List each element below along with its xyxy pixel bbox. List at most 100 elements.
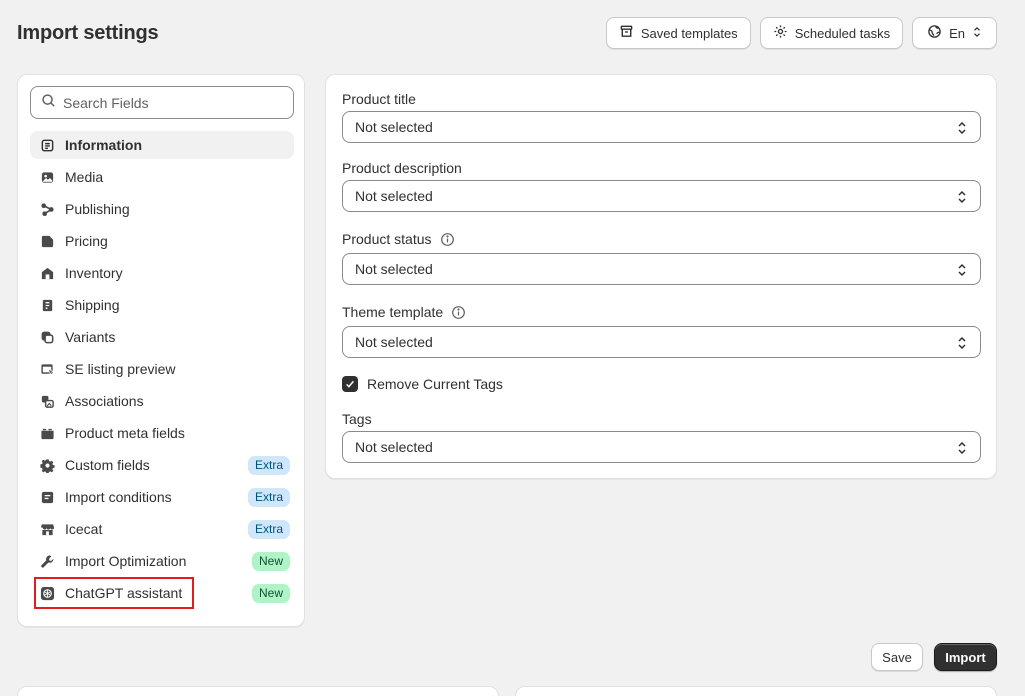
sidebar-item-pricing[interactable]: Pricing (30, 227, 294, 255)
product-description-select[interactable]: Not selected (342, 180, 981, 212)
saved-templates-label: Saved templates (640, 25, 738, 41)
preview-icon (39, 361, 55, 377)
chevron-updown-icon (958, 190, 966, 204)
search-icon (41, 93, 56, 113)
sidebar-item-variants[interactable]: Variants (30, 323, 294, 351)
sidebar-item-label: SE listing preview (65, 361, 176, 377)
remove-tags-label: Remove Current Tags (367, 376, 503, 392)
new-badge: New (251, 552, 290, 571)
chevron-updown-icon (958, 121, 966, 135)
search-input[interactable] (63, 94, 283, 111)
sidebar-item-label: Product meta fields (65, 425, 185, 441)
variants-icon (39, 329, 55, 345)
header-actions: Saved templates Scheduled tasks En (605, 17, 997, 49)
box-icon (39, 297, 55, 313)
sidebar-item-product-meta-fields[interactable]: Product meta fields (30, 419, 294, 447)
sidebar-item-label: Media (65, 169, 104, 185)
store-icon (39, 521, 55, 537)
sidebar-item-associations[interactable]: Associations (30, 387, 294, 415)
info-icon[interactable] (451, 305, 466, 320)
sidebar-item-label: Publishing (65, 201, 130, 217)
chevron-updown-icon (972, 25, 982, 42)
gear-icon (773, 24, 788, 42)
sidebar-item-import-conditions[interactable]: Import conditions Extra (30, 483, 294, 511)
field-label-text: Product description (342, 160, 462, 176)
globe-icon (927, 24, 942, 42)
image-icon (39, 169, 55, 185)
tags-select[interactable]: Not selected (342, 431, 981, 463)
sidebar-item-label: Pricing (65, 233, 108, 249)
gear-icon (39, 457, 55, 473)
extra-badge: Extra (247, 488, 290, 507)
sidebar-item-import-optimization[interactable]: Import Optimization New (30, 547, 294, 575)
field-label-text: Tags (342, 411, 372, 427)
sidebar-item-shipping[interactable]: Shipping (30, 291, 294, 319)
sidebar-item-label: Inventory (65, 265, 123, 281)
sidebar-item-se-listing-preview[interactable]: SE listing preview (30, 355, 294, 383)
theme-template-label: Theme template (342, 304, 466, 320)
language-label: En (949, 25, 965, 41)
select-value: Not selected (355, 439, 433, 455)
extra-badge: Extra (247, 456, 290, 475)
sidebar-item-media[interactable]: Media (30, 163, 294, 191)
sidebar-item-label: Import Optimization (65, 553, 187, 569)
sidebar-item-label: Associations (65, 393, 144, 409)
chevron-updown-icon (958, 263, 966, 277)
field-label-text: Product title (342, 91, 416, 107)
sidebar-item-label: ChatGPT assistant (65, 585, 183, 601)
bottom-card-left (17, 686, 499, 696)
field-label-text: Theme template (342, 304, 444, 320)
language-selector[interactable]: En (912, 17, 997, 49)
new-badge: New (251, 584, 290, 603)
chatgpt-icon (39, 585, 55, 601)
extra-badge: Extra (247, 520, 290, 539)
sidebar-item-chatgpt-assistant[interactable]: ChatGPT assistant New (30, 577, 294, 609)
sidebar-item-icecat[interactable]: Icecat Extra (30, 515, 294, 543)
note-icon (39, 489, 55, 505)
chevron-updown-icon (958, 336, 966, 350)
sidebar-item-label: Information (65, 137, 142, 153)
fields-sidebar: Information Media Publishing Pricing (17, 74, 305, 627)
link-icon (39, 393, 55, 409)
search-box[interactable] (30, 86, 294, 119)
product-title-select[interactable]: Not selected (342, 111, 981, 143)
sidebar-item-custom-fields[interactable]: Custom fields Extra (30, 451, 294, 479)
mapping-form: Product title Not selected Product descr… (325, 74, 997, 479)
sidebar-nav: Information Media Publishing Pricing Inv… (30, 131, 294, 611)
theme-template-select[interactable]: Not selected (342, 326, 981, 358)
tag-icon (39, 233, 55, 249)
warehouse-icon (39, 265, 55, 281)
list-icon (39, 137, 55, 153)
product-title-label: Product title (342, 91, 416, 107)
sidebar-item-label: Icecat (65, 521, 103, 537)
share-icon (39, 201, 55, 217)
sidebar-item-inventory[interactable]: Inventory (30, 259, 294, 287)
select-value: Not selected (355, 334, 433, 350)
save-button[interactable]: Save (871, 643, 923, 671)
bottom-card-right (515, 686, 997, 696)
chevron-updown-icon (958, 441, 966, 455)
remove-tags-row[interactable]: Remove Current Tags (342, 376, 503, 392)
select-value: Not selected (355, 119, 433, 135)
info-icon[interactable] (440, 232, 455, 247)
sidebar-item-information[interactable]: Information (30, 131, 294, 159)
product-description-label: Product description (342, 160, 462, 176)
product-status-label: Product status (342, 231, 455, 247)
sidebar-item-label: Import conditions (65, 489, 172, 505)
import-settings-page: Import settings Saved templates Schedule… (0, 0, 1025, 696)
import-button[interactable]: Import (934, 643, 997, 671)
tags-label: Tags (342, 411, 372, 427)
sidebar-item-label: Variants (65, 329, 116, 345)
saved-templates-button[interactable]: Saved templates (605, 17, 751, 49)
sidebar-item-publishing[interactable]: Publishing (30, 195, 294, 223)
page-title: Import settings (17, 22, 159, 44)
product-status-select[interactable]: Not selected (342, 253, 981, 285)
remove-tags-checkbox[interactable] (342, 376, 358, 392)
sidebar-item-label: Shipping (65, 297, 120, 313)
field-label-text: Product status (342, 231, 432, 247)
select-value: Not selected (355, 188, 433, 204)
checkmark-icon (346, 380, 354, 388)
wrench-icon (39, 553, 55, 569)
scheduled-tasks-button[interactable]: Scheduled tasks (759, 17, 904, 49)
sidebar-item-label: Custom fields (65, 457, 150, 473)
